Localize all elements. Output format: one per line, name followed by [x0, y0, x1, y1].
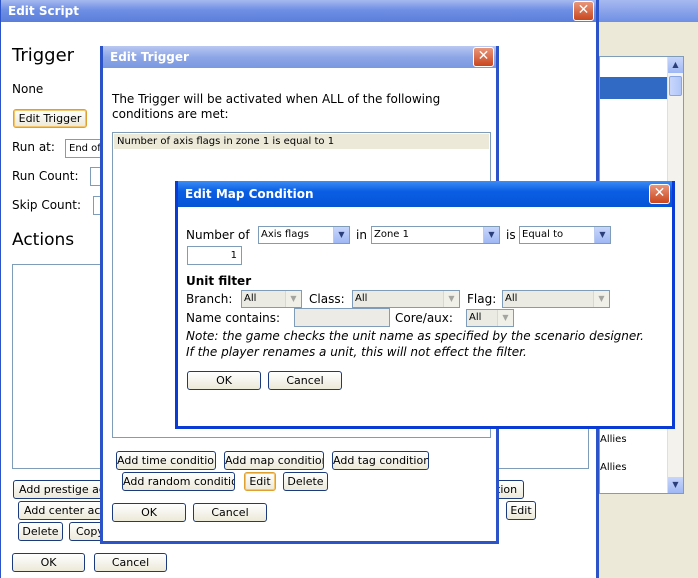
- edit-trigger-title: Edit Trigger: [110, 50, 189, 64]
- chevron-down-icon[interactable]: ▼: [333, 227, 349, 243]
- trigger-description: The Trigger will be activated when ALL o…: [112, 92, 441, 121]
- trigger-cancel-button[interactable]: Cancel: [193, 503, 267, 522]
- run-at-select[interactable]: End of: [65, 139, 105, 158]
- delete-action-button[interactable]: Delete: [18, 522, 63, 541]
- number-of-select[interactable]: Axis flags ▼: [258, 226, 350, 244]
- scroll-thumb[interactable]: [669, 76, 682, 96]
- filter-note: Note: the game checks the unit name as s…: [186, 329, 644, 359]
- branch-label: Branch:: [186, 292, 233, 306]
- class-label: Class:: [309, 292, 345, 306]
- class-value: All: [355, 293, 368, 304]
- close-icon[interactable]: ✕: [649, 184, 670, 204]
- chevron-down-icon[interactable]: ▼: [594, 227, 610, 243]
- background-edit-button[interactable]: Edit: [506, 501, 536, 520]
- edit-script-title: Edit Script: [8, 4, 79, 18]
- comparison-select[interactable]: Equal to ▼: [519, 226, 611, 244]
- script-ok-button[interactable]: OK: [12, 553, 85, 572]
- run-count-label: Run Count:: [12, 169, 79, 183]
- add-tag-condition-button[interactable]: Add tag condition: [332, 451, 429, 470]
- comparison-value: Equal to: [522, 229, 564, 240]
- map-condition-ok-button[interactable]: OK: [187, 371, 261, 390]
- condition-row[interactable]: Number of axis flags in zone 1 is equal …: [114, 134, 489, 149]
- edit-condition-button[interactable]: Edit: [244, 472, 276, 491]
- number-of-label: Number of: [186, 228, 250, 242]
- chevron-down-icon[interactable]: ▼: [285, 291, 301, 307]
- branch-select[interactable]: All ▼: [241, 290, 302, 308]
- skip-count-label: Skip Count:: [12, 198, 82, 212]
- unit-filter-heading: Unit filter: [186, 274, 252, 288]
- chevron-down-icon[interactable]: ▼: [443, 291, 459, 307]
- name-contains-label: Name contains:: [186, 311, 281, 325]
- add-time-condition-button[interactable]: Add time condition: [116, 451, 216, 470]
- edit-trigger-button[interactable]: Edit Trigger: [13, 109, 87, 128]
- zone-value: Zone 1: [374, 229, 409, 240]
- background-partial-button[interactable]: tion: [495, 480, 524, 499]
- name-contains-input[interactable]: [294, 308, 390, 327]
- flag-label: Flag:: [467, 292, 497, 306]
- actions-heading: Actions: [12, 230, 75, 250]
- trigger-value: None: [12, 82, 44, 96]
- flag-select[interactable]: All ▼: [502, 290, 610, 308]
- selected-row[interactable]: [600, 77, 667, 99]
- add-map-condition-button[interactable]: Add map condition: [224, 451, 324, 470]
- flag-value: All: [505, 293, 518, 304]
- script-cancel-button[interactable]: Cancel: [94, 553, 167, 572]
- zone-select[interactable]: Zone 1 ▼: [371, 226, 500, 244]
- core-aux-label: Core/aux:: [395, 311, 453, 325]
- chevron-down-icon[interactable]: ▼: [497, 310, 513, 326]
- edit-script-titlebar[interactable]: Edit Script ✕: [1, 0, 596, 22]
- chevron-down-icon[interactable]: ▼: [593, 291, 609, 307]
- close-icon[interactable]: ✕: [573, 1, 594, 21]
- core-aux-value: All: [469, 312, 482, 323]
- chevron-down-icon[interactable]: ▼: [483, 227, 499, 243]
- close-icon[interactable]: ✕: [473, 47, 494, 67]
- trigger-heading: Trigger: [12, 45, 75, 66]
- list-item[interactable]: Allies: [600, 462, 627, 473]
- trigger-ok-button[interactable]: OK: [112, 503, 186, 522]
- branch-value: All: [244, 293, 257, 304]
- background-titlebar-strip: [599, 0, 698, 22]
- delete-condition-button[interactable]: Delete: [283, 472, 328, 491]
- edit-trigger-titlebar[interactable]: Edit Trigger ✕: [103, 46, 496, 68]
- edit-map-condition-titlebar[interactable]: Edit Map Condition ✕: [178, 181, 672, 207]
- scroll-up-icon[interactable]: ▲: [668, 57, 683, 73]
- list-item[interactable]: Allies: [600, 434, 627, 445]
- add-center-action-button[interactable]: Add center actio: [18, 501, 105, 520]
- edit-map-condition-title: Edit Map Condition: [185, 187, 314, 201]
- number-of-value: Axis flags: [261, 229, 309, 240]
- count-input[interactable]: 1: [187, 246, 242, 265]
- run-at-label: Run at:: [12, 140, 55, 154]
- in-label: in: [356, 228, 367, 242]
- add-prestige-action-button[interactable]: Add prestige acti: [13, 480, 105, 499]
- class-select[interactable]: All ▼: [352, 290, 460, 308]
- is-label: is: [506, 228, 516, 242]
- edit-map-condition-window: Edit Map Condition ✕ Number of Axis flag…: [175, 181, 675, 429]
- add-random-condition-button[interactable]: Add random condition: [122, 472, 235, 491]
- map-condition-cancel-button[interactable]: Cancel: [268, 371, 342, 390]
- core-aux-select[interactable]: All ▼: [466, 309, 514, 327]
- scroll-down-icon[interactable]: ▼: [668, 477, 683, 493]
